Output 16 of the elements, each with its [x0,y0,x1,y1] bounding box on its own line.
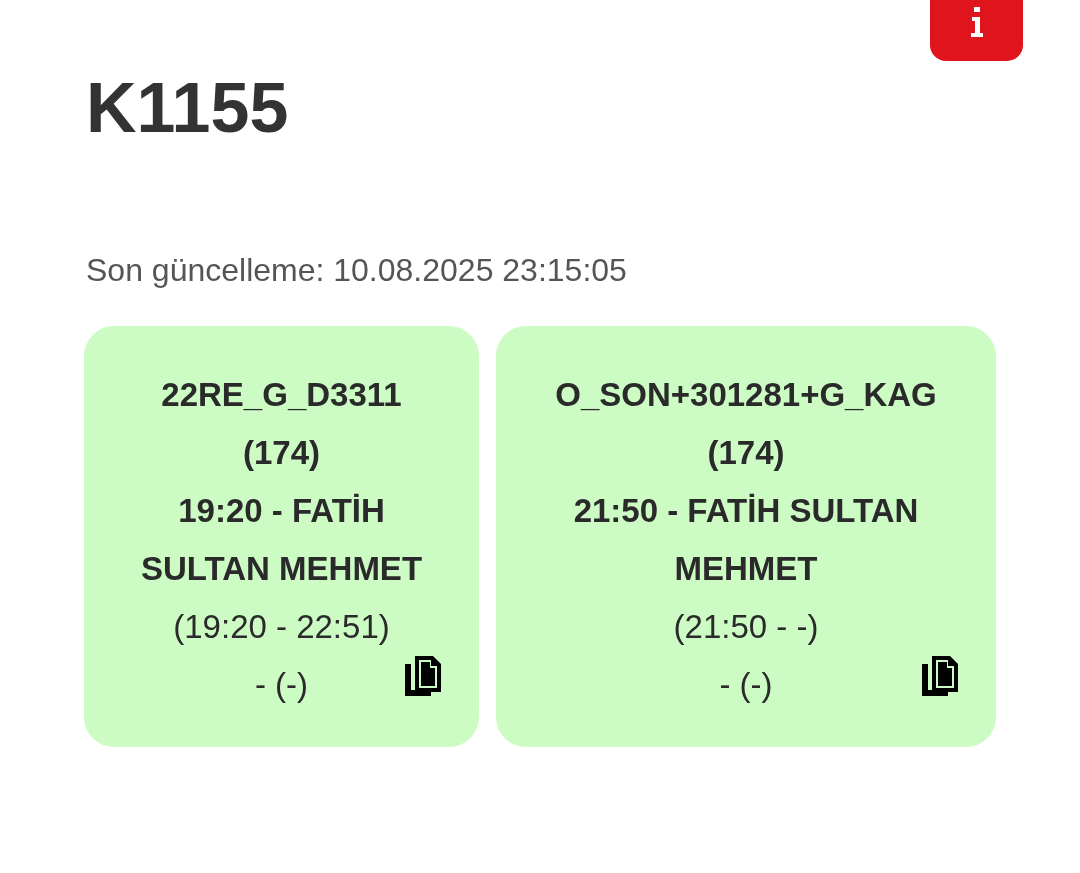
trip-route: 19:20 - FATİH SULTAN MEHMET [139,491,424,589]
trip-count: (174) [242,433,320,473]
trip-code: 22RE_G_D3311 [161,375,402,415]
page-title: K1155 [86,68,290,149]
copy-icon[interactable] [922,656,958,696]
trip-code: O_SON+301281+G_KAG [555,375,937,415]
trip-route: 21:50 - FATİH SULTAN MEHMET [572,491,920,589]
trip-times: (21:50 - -) [673,607,819,647]
info-button[interactable] [930,0,1023,61]
trip-extra: - (-) [254,665,309,705]
last-update-text: Son güncelleme: 10.08.2025 23:15:05 [86,251,628,290]
trip-extra: - (-) [719,665,773,705]
trip-times: (19:20 - 22:51) [173,607,390,647]
trip-count: (174) [707,433,785,473]
copy-icon[interactable] [405,656,441,696]
info-icon [969,7,984,37]
